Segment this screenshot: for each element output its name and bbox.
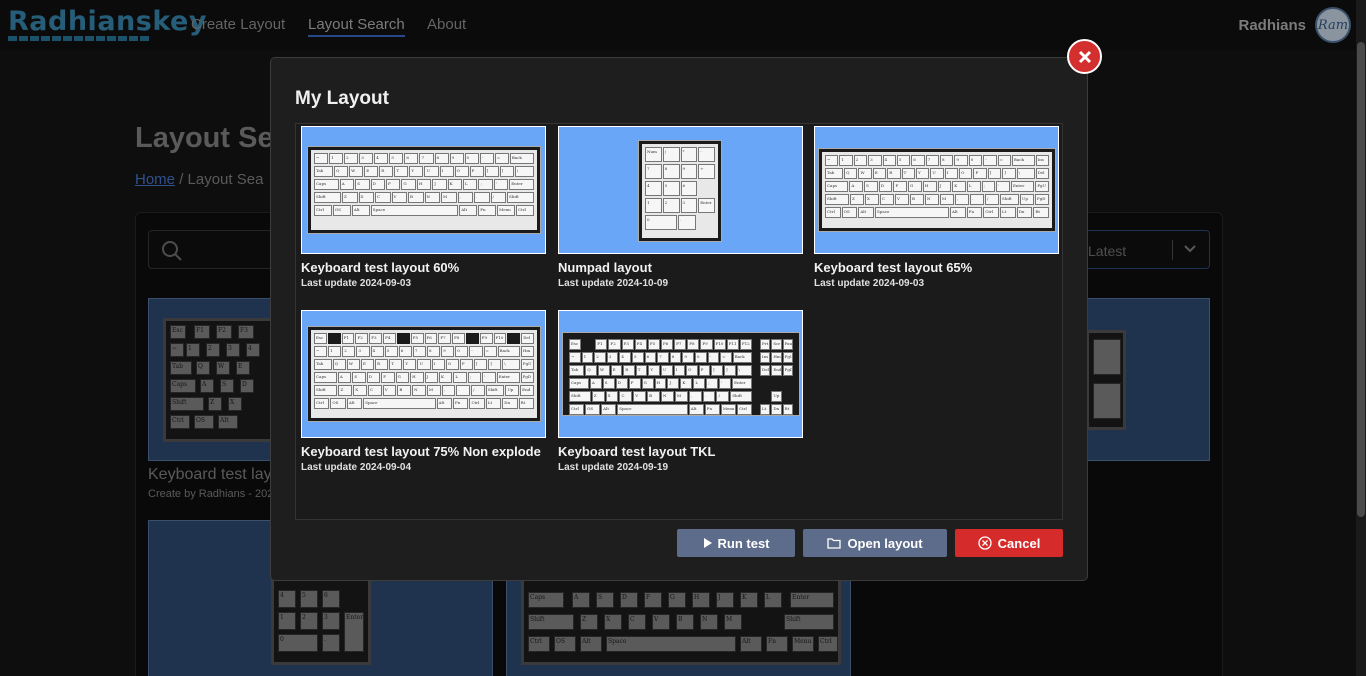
layout-thumbnail: Num / * - 7 8 9 + 456 1 2 3 Enter 0. — [558, 126, 803, 254]
modal-title: My Layout — [295, 88, 389, 109]
run-test-label: Run test — [717, 535, 770, 551]
layout-thumbnail: Esc F1 F2 F3 F4 F5 F6 F7 F8 F9 F10 F11 F12 ~1 2 3 4 5 6 7 8… — [558, 310, 803, 438]
layout-date: Last update 2024-09-03 — [814, 278, 925, 289]
run-test-button[interactable]: Run test — [677, 529, 795, 557]
modal-close-button[interactable] — [1067, 39, 1102, 74]
layout-thumbnail: ~1 2 3 4 5 6 7 8 9 0- = Back Ins Tab Q W E R T Y U I O P[] \ Del… — [814, 126, 1059, 254]
layout-card-keyboard-65[interactable]: ~1 2 3 4 5 6 7 8 9 0- = Back Ins Tab Q W E R T Y U I O P[] \ Del… — [814, 126, 1059, 289]
layout-list: ~1 2 3 4 5 6 7 8 9 0- = Back Tab Q W E R T Y U I O P[] \ Caps A… — [295, 123, 1063, 520]
layout-card-keyboard-75[interactable]: Esc F1 F2 F3 F4 F5 F6 F7 F8 F9 F10 Del ~1 2 3 4 5 6 7 8 9 0-… — [301, 310, 546, 473]
layout-name: Numpad layout — [558, 260, 652, 275]
layout-card-keyboard-tkl[interactable]: Esc F1 F2 F3 F4 F5 F6 F7 F8 F9 F10 F11 F12 ~1 2 3 4 5 6 7 8… — [558, 310, 803, 473]
layout-name: Keyboard test layout 60% — [301, 260, 460, 275]
my-layout-modal: My Layout ~1 2 3 4 5 6 7 8 9 0- = Back Tab Q W E R T Y U I O… — [270, 57, 1088, 581]
layout-name: Keyboard test layout 75% Non explode — [301, 444, 541, 459]
cancel-label: Cancel — [997, 535, 1041, 551]
play-icon — [703, 538, 712, 548]
layout-card-numpad[interactable]: Num / * - 7 8 9 + 456 1 2 3 Enter 0. Numpad layou… — [558, 126, 803, 289]
close-icon — [1078, 50, 1091, 63]
scrollbar-thumb[interactable] — [1357, 42, 1365, 517]
cancel-circle-icon — [978, 536, 992, 550]
open-layout-button[interactable]: Open layout — [803, 529, 947, 557]
layout-thumbnail: ~1 2 3 4 5 6 7 8 9 0- = Back Tab Q W E R T Y U I O P[] \ Caps A… — [301, 126, 546, 254]
folder-icon — [827, 538, 842, 549]
layout-date: Last update 2024-09-04 — [301, 462, 412, 473]
layout-card-keyboard-60[interactable]: ~1 2 3 4 5 6 7 8 9 0- = Back Tab Q W E R T Y U I O P[] \ Caps A… — [301, 126, 546, 289]
cancel-button[interactable]: Cancel — [955, 529, 1063, 557]
layout-name: Keyboard test layout TKL — [558, 444, 716, 459]
page-scrollbar[interactable] — [1356, 0, 1366, 676]
layout-date: Last update 2024-10-09 — [558, 278, 669, 289]
layout-thumbnail: Esc F1 F2 F3 F4 F5 F6 F7 F8 F9 F10 Del ~1 2 3 4 5 6 7 8 9 0-… — [301, 310, 546, 438]
layout-date: Last update 2024-09-03 — [301, 278, 412, 289]
layout-date: Last update 2024-09-19 — [558, 462, 669, 473]
open-layout-label: Open layout — [847, 535, 923, 551]
layout-name: Keyboard test layout 65% — [814, 260, 973, 275]
